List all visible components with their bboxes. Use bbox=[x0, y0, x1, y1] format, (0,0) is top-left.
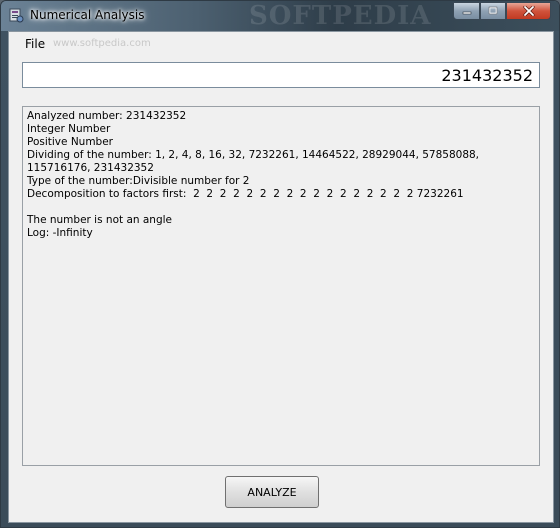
watermark-text: SOFTPEDIA bbox=[249, 1, 432, 31]
results-box[interactable]: Analyzed number: 231432352 Integer Numbe… bbox=[22, 106, 540, 466]
application-window: Numerical Analysis SOFTPEDIA File www.so… bbox=[0, 0, 560, 528]
result-blank bbox=[27, 201, 535, 214]
result-positive: Positive Number bbox=[27, 136, 113, 148]
result-integer: Integer Number bbox=[27, 123, 111, 135]
analyze-button[interactable]: ANALYZE bbox=[225, 476, 319, 508]
result-analyzed-number: Analyzed number: 231432352 bbox=[27, 110, 187, 122]
number-input[interactable] bbox=[22, 62, 540, 88]
maximize-button[interactable] bbox=[480, 2, 506, 20]
close-button[interactable] bbox=[506, 2, 551, 20]
maximize-icon bbox=[488, 6, 498, 15]
result-type: Type of the number:Divisible number for … bbox=[27, 175, 250, 187]
title-bar[interactable]: Numerical Analysis SOFTPEDIA bbox=[1, 1, 559, 31]
result-decomposition: Decomposition to factors first: 2 2 2 2 … bbox=[27, 188, 464, 200]
client-area: File www.softpedia.com Analyzed number: … bbox=[8, 31, 554, 523]
result-angle: The number is not an angle bbox=[27, 214, 173, 226]
close-icon bbox=[522, 6, 535, 16]
menu-file[interactable]: File bbox=[25, 37, 45, 51]
minimize-button[interactable] bbox=[453, 2, 480, 20]
minimize-icon bbox=[462, 11, 471, 15]
menu-bar: File www.softpedia.com bbox=[9, 32, 553, 54]
app-icon bbox=[8, 7, 24, 23]
result-log: Log: -Infinity bbox=[27, 227, 93, 239]
result-divisors: Dividing of the number: 1, 2, 4, 8, 16, … bbox=[27, 149, 483, 174]
menu-watermark: www.softpedia.com bbox=[53, 38, 151, 49]
window-title: Numerical Analysis bbox=[30, 8, 145, 22]
